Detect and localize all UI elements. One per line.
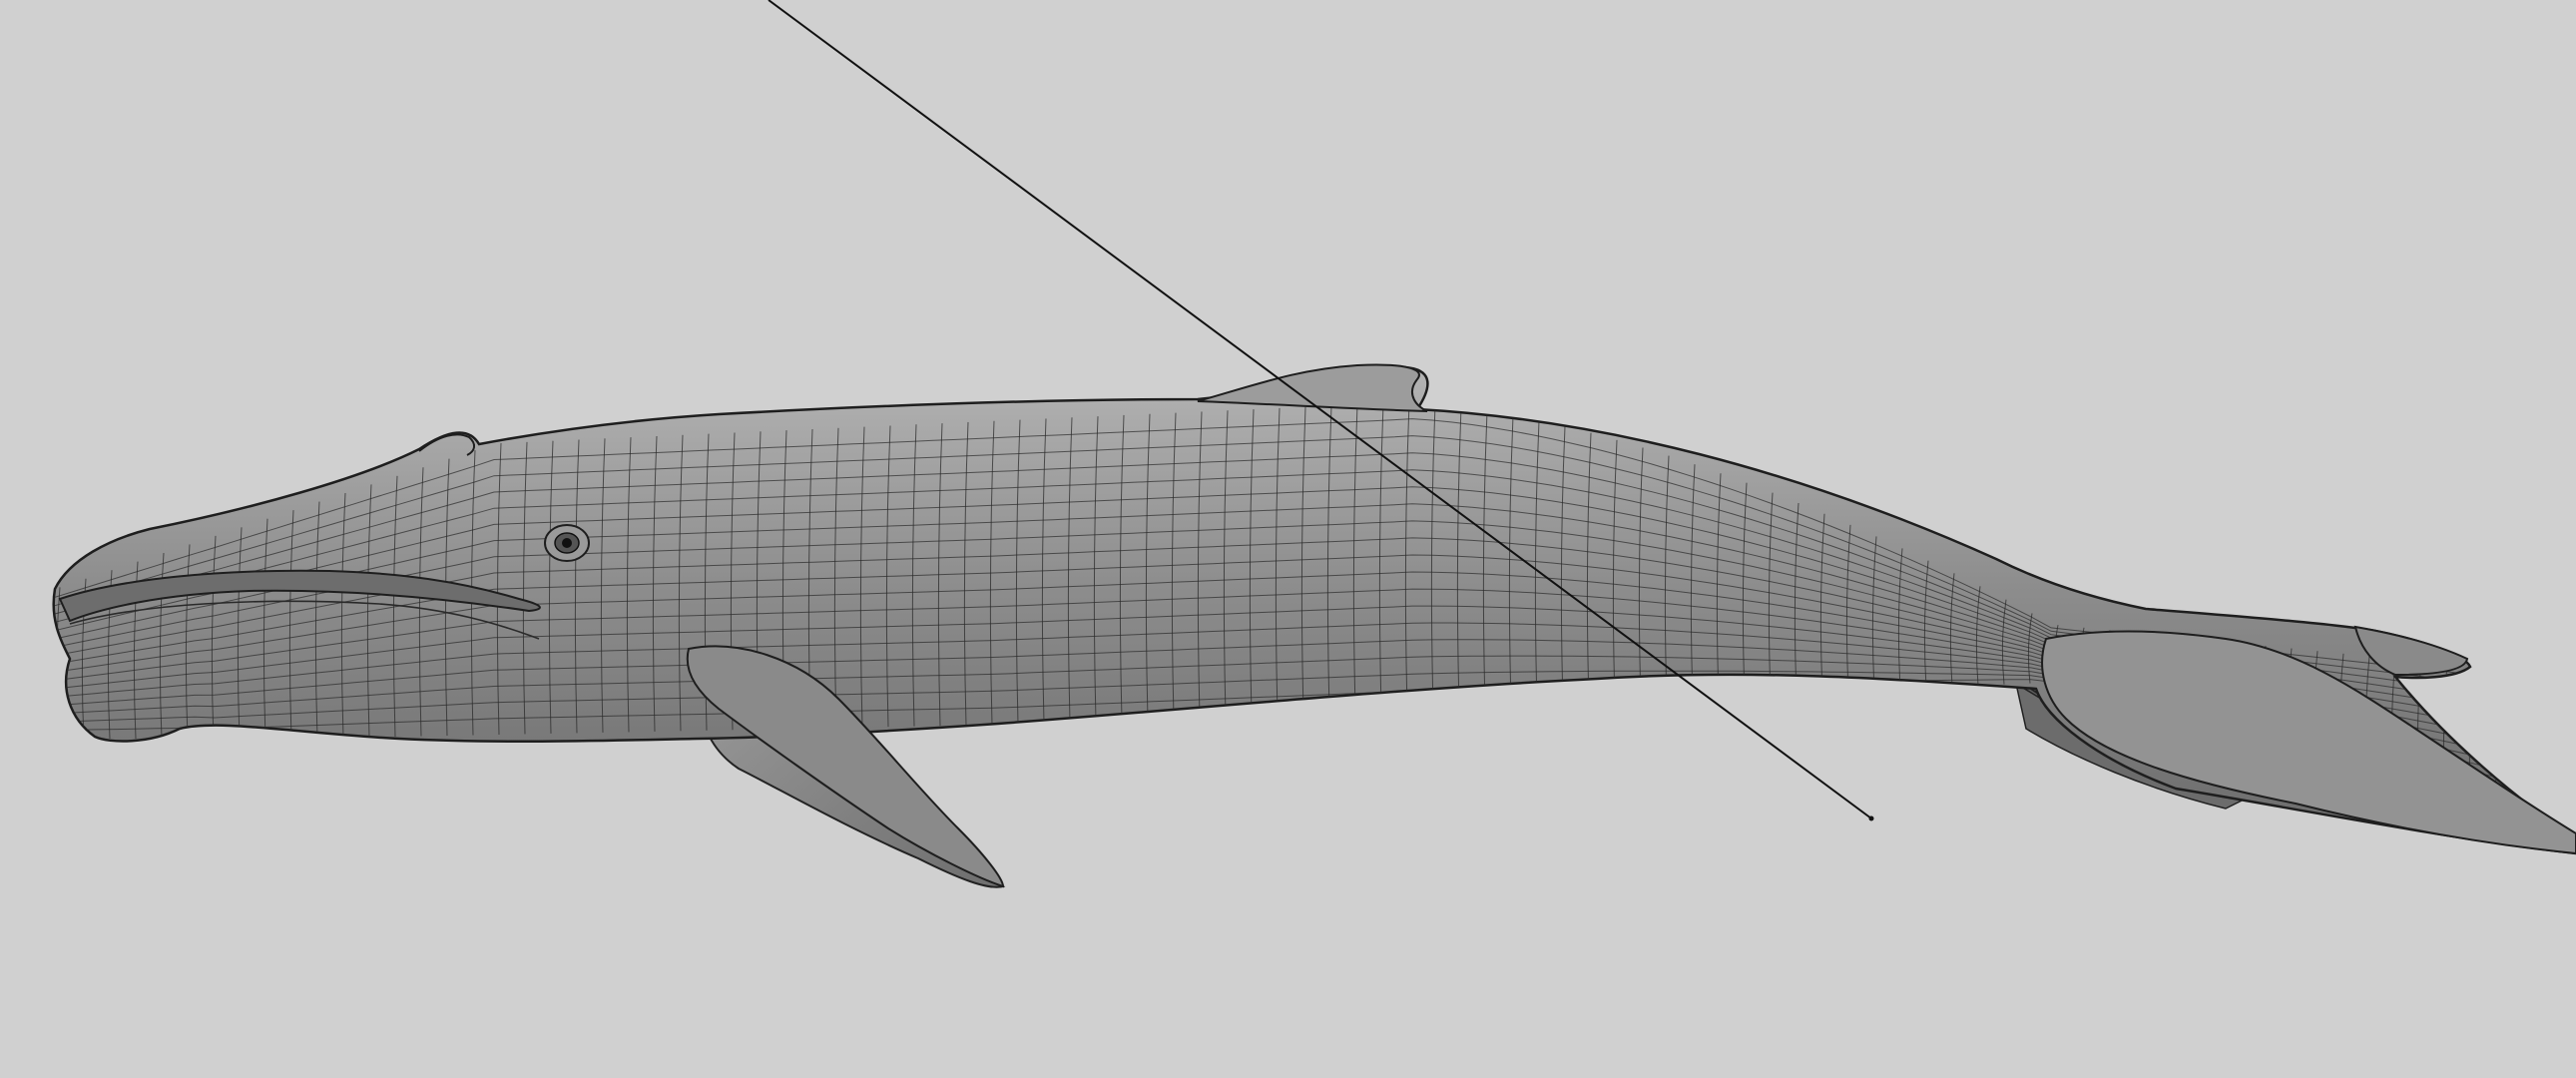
eye: [544, 524, 590, 562]
wire-edge-vertical: [2546, 674, 2552, 835]
whale-body-mesh[interactable]: [52, 363, 2576, 888]
3d-viewport[interactable]: [0, 0, 2576, 1078]
viewport-canvas[interactable]: [0, 0, 2576, 1078]
tail-fluke-upper: [2041, 630, 2576, 855]
guide-line-endpoint[interactable]: [1868, 815, 1874, 821]
